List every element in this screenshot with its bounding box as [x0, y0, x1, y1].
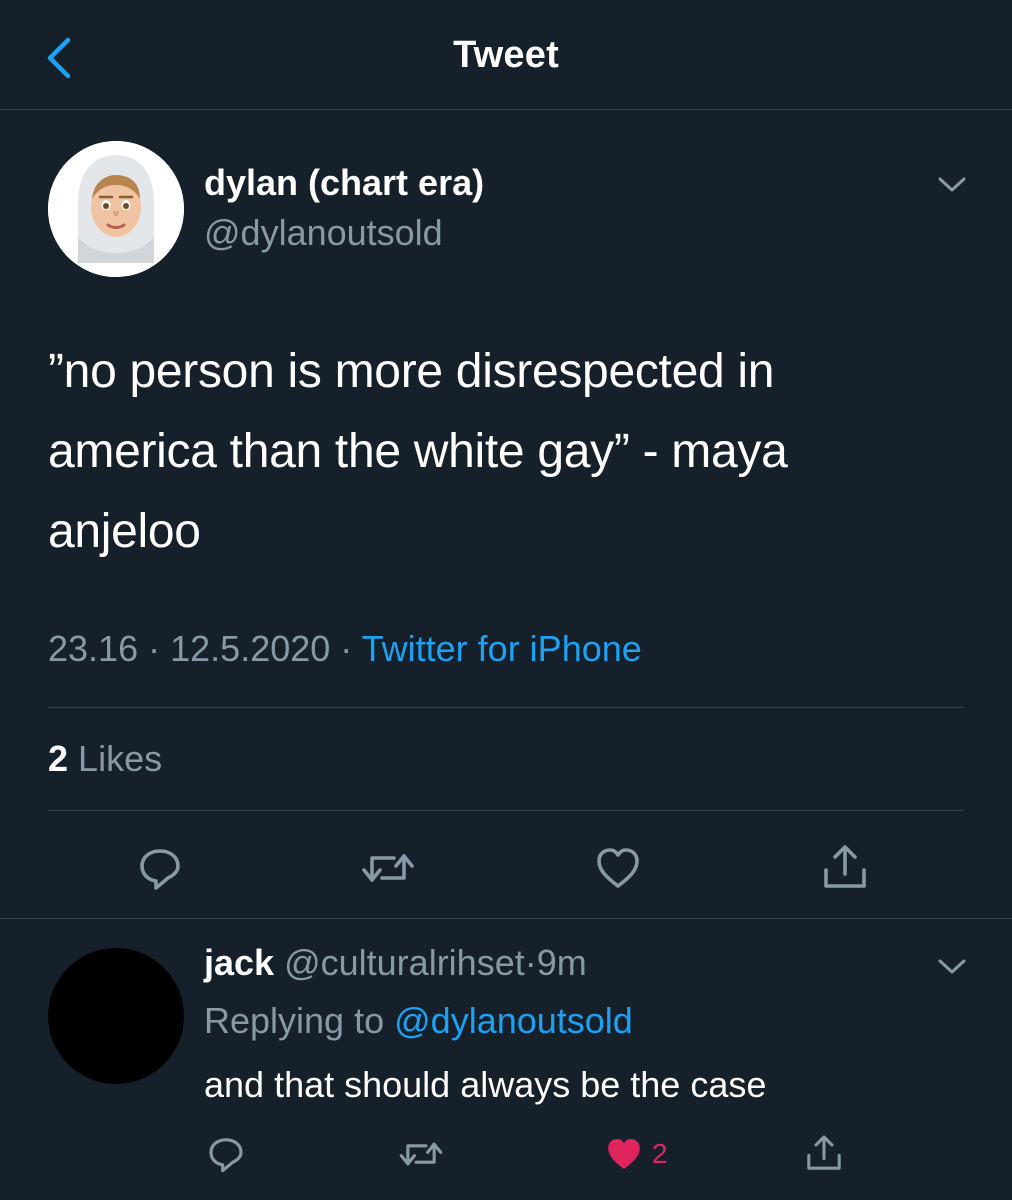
replying-to-handle[interactable]: @dylanoutsold — [394, 1000, 633, 1041]
avatar[interactable] — [48, 141, 184, 277]
tweet-date: 12.5.2020 — [170, 628, 331, 669]
tweet-time: 23.16 — [48, 628, 139, 669]
heart-icon — [597, 848, 639, 888]
divider — [0, 918, 1012, 919]
like-button[interactable] — [594, 844, 642, 892]
share-icon — [807, 1135, 841, 1170]
tweet-text: ”no person is more disrespected in ameri… — [48, 345, 788, 558]
replying-to: Replying to @dylanoutsold — [204, 1000, 633, 1042]
reply-share-button[interactable] — [804, 1132, 844, 1174]
chevron-down-icon — [938, 177, 966, 192]
reply-button[interactable] — [136, 844, 184, 892]
page-title: Tweet — [453, 34, 559, 76]
replying-to-label: Replying to — [204, 1000, 385, 1041]
tweet-menu-button[interactable] — [936, 174, 968, 196]
heart-filled-icon — [608, 1139, 640, 1169]
author-handle[interactable]: @dylanoutsold — [204, 212, 443, 254]
likes-count: 2 — [48, 738, 69, 779]
reply-like-count: 2 — [652, 1138, 668, 1169]
reply-retweet-button[interactable] — [398, 1134, 444, 1174]
tweet-meta: 23.16 · 12.5.2020 · Twitter for iPhone — [48, 628, 642, 670]
retweet-icon — [399, 1142, 443, 1166]
separator: · — [524, 942, 537, 983]
reply-icon — [209, 1138, 243, 1173]
reply-time: 9m — [536, 942, 587, 983]
reply-avatar[interactable] — [48, 948, 184, 1084]
separator: · — [148, 628, 161, 669]
reply-header: jack @culturalrihset·9m — [204, 942, 587, 984]
reply-icon — [140, 849, 180, 890]
reply-menu-button[interactable] — [936, 956, 968, 978]
top-bar: Tweet — [0, 0, 1012, 110]
author-name[interactable]: dylan (chart era) — [204, 162, 484, 204]
likes-summary[interactable]: 2 Likes — [48, 738, 162, 780]
reply-text: and that should always be the case — [204, 1064, 767, 1105]
separator: · — [340, 628, 353, 669]
memoji-avatar-image — [48, 141, 184, 277]
reply-author-handle[interactable]: @culturalrihset — [284, 942, 525, 983]
chevron-down-icon — [938, 959, 966, 974]
likes-label: Likes — [78, 738, 163, 779]
tweet-source-link[interactable]: Twitter for iPhone — [362, 628, 642, 669]
retweet-icon — [362, 854, 414, 882]
reply-reply-button[interactable] — [206, 1134, 246, 1174]
retweet-button[interactable] — [360, 844, 416, 892]
share-icon — [824, 845, 866, 888]
share-button[interactable] — [820, 842, 870, 892]
divider — [48, 707, 964, 708]
reply-like-button[interactable]: 2 — [604, 1134, 668, 1174]
reply-author-name[interactable]: jack — [204, 942, 274, 983]
divider — [48, 810, 964, 811]
